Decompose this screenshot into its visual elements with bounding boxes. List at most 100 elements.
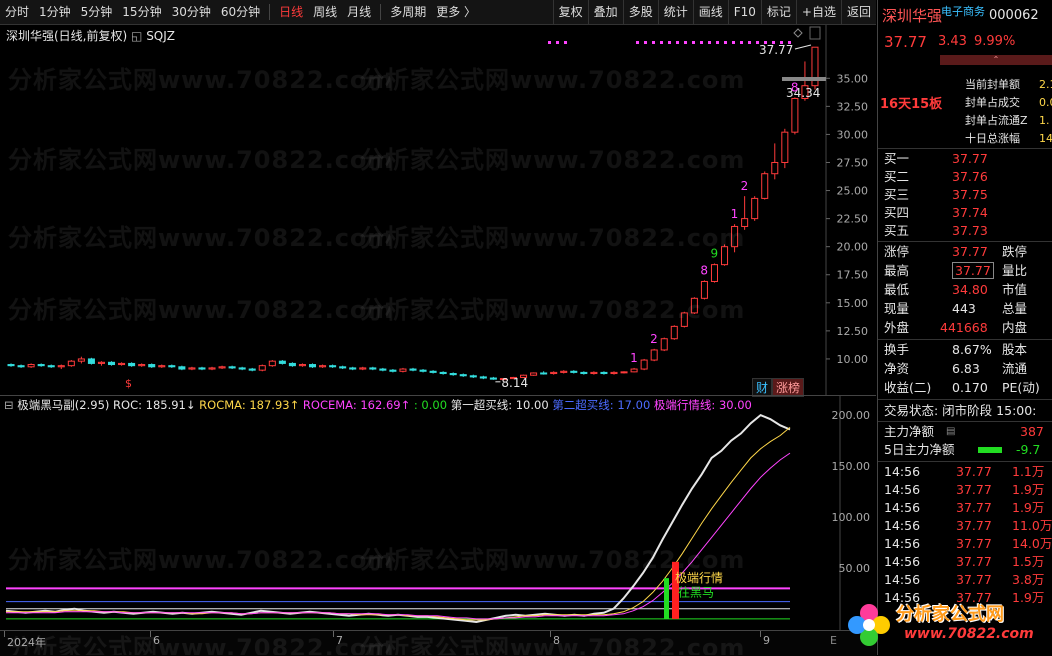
timeframe-tab-4[interactable]: 30分钟 bbox=[167, 0, 216, 24]
candle bbox=[409, 367, 417, 372]
toolbar-button-1[interactable]: 叠加 bbox=[587, 0, 623, 24]
stat-label-3: 现量 bbox=[884, 301, 910, 316]
candle-body bbox=[228, 366, 236, 369]
candle-body bbox=[670, 325, 678, 340]
fund-label-2: 收益(二) bbox=[884, 380, 932, 395]
candle-body bbox=[218, 366, 226, 369]
candle-body bbox=[560, 370, 568, 373]
candle bbox=[751, 196, 759, 221]
td-count-label: 2 bbox=[650, 332, 658, 346]
candle-body bbox=[721, 246, 729, 266]
max-price-arrow bbox=[794, 44, 812, 50]
toolbar-button-0[interactable]: 复权 bbox=[552, 0, 588, 24]
candle bbox=[449, 372, 457, 376]
panel-row: 14:56 37.77 3.8万 bbox=[878, 571, 1052, 589]
candle bbox=[97, 361, 105, 366]
last-price: 37.77 bbox=[884, 33, 927, 51]
tick-volume-5: 1.5万 bbox=[1012, 554, 1045, 569]
candle-body bbox=[751, 197, 759, 220]
timeframe-tab-6[interactable]: 日线 bbox=[274, 0, 308, 24]
resistance-dot bbox=[692, 41, 695, 44]
toolbar-button-8[interactable]: 返回 bbox=[840, 0, 876, 24]
resistance-dot bbox=[556, 41, 559, 44]
main-chart[interactable]: 深圳华强(日线,前复权) ◱ SQJZ 35.00 32.50 30.00 27.50… bbox=[0, 25, 876, 397]
timeframe-tab-9[interactable]: 多周期 bbox=[385, 0, 431, 24]
candle-body bbox=[87, 358, 95, 364]
panel-row: 封单占流通Z 1. bbox=[878, 112, 1052, 130]
toolbar-button-3[interactable]: 统计 bbox=[657, 0, 693, 24]
candle-body bbox=[680, 312, 688, 327]
last-price-tag-bar bbox=[782, 77, 826, 81]
candle bbox=[148, 363, 156, 368]
timeframe-tab-10[interactable]: 更多 〉 bbox=[431, 0, 481, 24]
tick-time-1: 14:56 bbox=[884, 482, 921, 497]
panel-row: 买一 37.77 bbox=[878, 150, 1052, 168]
price-axis-label: 17.50 bbox=[837, 269, 869, 282]
indicator-pane[interactable]: ⊟ 极端黑马副(2.95) ROC: 185.91↓ ROCMA: 187.93… bbox=[0, 395, 876, 631]
expand-up-icon[interactable]: ⌃ bbox=[940, 55, 1052, 65]
panel-row: 买四 37.74 bbox=[878, 204, 1052, 222]
candle bbox=[389, 369, 397, 373]
resistance-dot bbox=[644, 41, 647, 44]
toolbar-button-7[interactable]: +自选 bbox=[795, 0, 841, 24]
seal-value-3: 14 bbox=[1039, 132, 1052, 145]
timeframe-tab-3[interactable]: 15分钟 bbox=[117, 0, 166, 24]
price-change-pct: 9.99% bbox=[974, 34, 1016, 49]
timeframe-tab-8[interactable]: 月线 bbox=[342, 0, 376, 24]
tick-list[interactable]: 14:56 37.77 1.1万 14:56 37.77 1.9万 14:56 37.77 1.… bbox=[878, 463, 1052, 608]
price-axis-label: 32.50 bbox=[837, 100, 869, 113]
candle-body bbox=[7, 364, 15, 367]
list-icon[interactable]: ▤ bbox=[946, 423, 955, 441]
candle bbox=[178, 365, 186, 371]
candle bbox=[560, 370, 568, 374]
resistance-dot bbox=[708, 41, 711, 44]
bid-price-0: 37.77 bbox=[952, 151, 988, 166]
date-tick bbox=[150, 631, 151, 637]
toolbar-button-6[interactable]: 标记 bbox=[760, 0, 796, 24]
candle-body bbox=[339, 366, 347, 369]
panel-row: 14:56 37.77 1.5万 bbox=[878, 553, 1052, 571]
panel-row: 最高 37.77 量比 bbox=[878, 262, 1052, 280]
fund-label-1: 净资 bbox=[884, 361, 910, 376]
timeframe-tab-5[interactable]: 60分钟 bbox=[216, 0, 265, 24]
toolbar-button-4[interactable]: 画线 bbox=[692, 0, 728, 24]
panel-row: 买二 37.76 bbox=[878, 168, 1052, 186]
max-price-label: 37.77 bbox=[759, 43, 793, 57]
toolbar-button-2[interactable]: 多股 bbox=[622, 0, 658, 24]
candle bbox=[540, 371, 548, 375]
stock-name[interactable]: 深圳华强 bbox=[882, 5, 942, 27]
tick-time-6: 14:56 bbox=[884, 572, 921, 587]
timeframe-tab-0[interactable]: 分时 bbox=[0, 0, 34, 24]
indicator-chart[interactable]: 200.00 150.00 100.00 50.00 极端行情往黑马 bbox=[0, 396, 876, 631]
candlestick-chart[interactable]: 35.00 32.50 30.00 27.50 25.00 22.50 20.00 17.50… bbox=[0, 25, 876, 395]
candle-body bbox=[17, 365, 25, 368]
bid-label-2: 买三 bbox=[884, 187, 910, 202]
sector-name[interactable]: 电子商务 bbox=[941, 3, 985, 21]
chart-scroll-icon[interactable] bbox=[809, 26, 821, 40]
candle bbox=[781, 128, 789, 169]
price-axis-label: 35.00 bbox=[837, 72, 869, 85]
panel-row: 封单占成交 0.0 bbox=[878, 94, 1052, 112]
bid-price-1: 37.76 bbox=[952, 169, 988, 184]
candle bbox=[228, 365, 236, 370]
date-label: 2024年 bbox=[7, 636, 46, 649]
diamond-icon[interactable] bbox=[793, 28, 803, 38]
candle-body bbox=[620, 371, 628, 374]
panel-row: 买三 37.75 bbox=[878, 186, 1052, 204]
panel-row: 14:56 37.77 1.9万 bbox=[878, 481, 1052, 499]
resistance-dot bbox=[732, 41, 735, 44]
candle bbox=[339, 365, 347, 370]
panel-row: 外盘 441668 内盘 bbox=[878, 319, 1052, 337]
price-axis-label: 15.00 bbox=[837, 297, 869, 310]
timeframe-tab-7[interactable]: 周线 bbox=[308, 0, 342, 24]
stock-code: 000062 bbox=[989, 8, 1039, 23]
timeframe-tab-1[interactable]: 1分钟 bbox=[34, 0, 76, 24]
candle bbox=[37, 363, 45, 367]
toolbar-button-5[interactable]: F10 bbox=[727, 0, 761, 24]
stat-label2-2: 市值 bbox=[1002, 282, 1028, 297]
candle-body bbox=[771, 161, 779, 175]
horse-signal-bar bbox=[664, 578, 669, 619]
resistance-dot bbox=[700, 41, 703, 44]
timeframe-tab-2[interactable]: 5分钟 bbox=[76, 0, 118, 24]
tick-volume-2: 1.9万 bbox=[1012, 500, 1045, 515]
